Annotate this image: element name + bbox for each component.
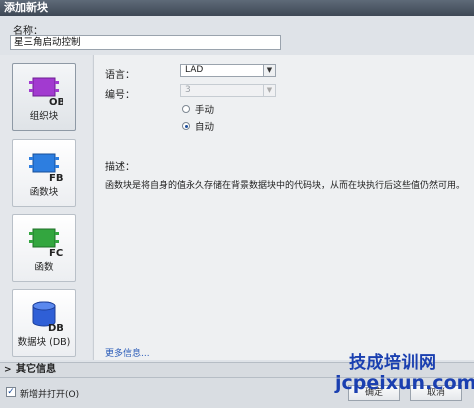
language-label: 语言： [105,70,135,81]
radio-auto-circle[interactable] [182,122,190,130]
watermark-text: 技成培训网 [349,353,437,373]
ob-code: OB [49,97,63,106]
watermark-url: jcpeixun.com [335,372,474,394]
number-value: 3 [185,85,191,95]
number-field: 3 ▼ [180,84,276,97]
radio-auto-label: 自动 [195,122,215,133]
function-label: 函数 [34,262,54,273]
description-title: 描述： [105,162,135,173]
fb-code: FB [49,173,63,182]
radio-manual-label: 手动 [195,105,215,116]
chevron-right-icon[interactable]: > [4,363,12,377]
name-input[interactable]: 星三角启动控制 [10,35,281,50]
organization-block-label: 组织块 [29,111,59,122]
more-info-link[interactable]: 更多信息... [105,346,150,359]
organization-block-button[interactable]: OB 组织块 [12,63,76,131]
fc-block-icon: FC [29,228,63,257]
fb-block-icon: FB [29,153,63,182]
function-block-label: 函数块 [29,187,59,198]
add-and-open-label: 新增并打开(O) [20,390,80,400]
add-and-open-checkbox[interactable]: ✓ [6,387,16,397]
fc-code: FC [49,248,63,257]
other-info-label: 其它信息 [16,364,56,375]
ob-block-icon: OB [29,77,63,106]
chevron-down-icon[interactable]: ▼ [263,65,275,76]
db-code: DB [48,323,63,332]
radio-manual-circle[interactable] [182,105,190,113]
data-block-label: 数据块 (DB) [17,337,71,348]
number-label: 编号： [105,90,135,101]
data-block-button[interactable]: DB 数据块 (DB) [12,289,76,357]
language-value: LAD [185,65,204,75]
function-button[interactable]: FC 函数 [12,214,76,282]
radio-manual[interactable]: 手动 [182,102,214,116]
db-block-icon: DB [32,301,63,332]
function-block-button[interactable]: FB 函数块 [12,139,76,207]
spinner-icon: ▼ [263,85,275,96]
radio-auto[interactable]: 自动 [182,119,214,133]
description-text: 函数块是将自身的值永久存储在背景数据块中的代码块，从而在块执行后这些值仍然可用。 [105,181,466,191]
language-select[interactable]: LAD ▼ [180,64,276,77]
block-settings-panel [93,55,474,360]
dialog-title: 添加新块 [0,0,474,16]
